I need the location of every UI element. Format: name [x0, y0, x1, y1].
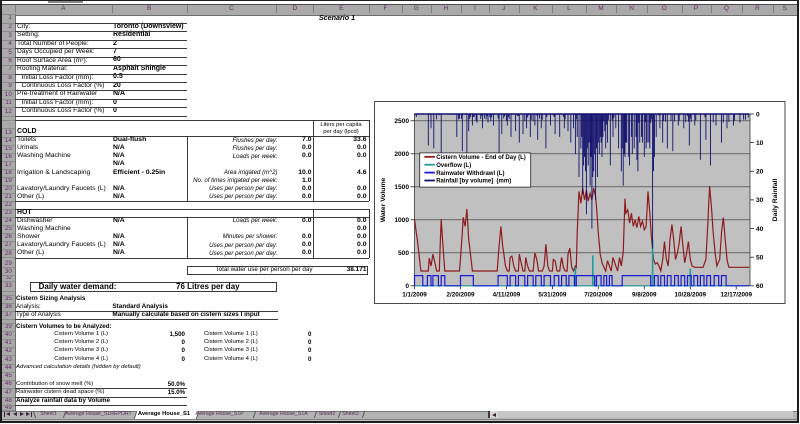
svg-text:Daily Rainfall: Daily Rainfall	[772, 179, 779, 222]
svg-text:500: 500	[398, 250, 409, 257]
svg-text:40: 40	[756, 226, 764, 233]
svg-text:2000: 2000	[394, 151, 409, 158]
svg-text:Cistern Volume - End of Day (L: Cistern Volume - End of Day (L)	[436, 155, 526, 161]
svg-text:12/17/2009: 12/17/2009	[720, 291, 752, 298]
svg-text:0: 0	[405, 283, 409, 290]
svg-text:2500: 2500	[394, 118, 409, 125]
svg-text:7/20/2009: 7/20/2009	[584, 291, 613, 298]
svg-text:1500: 1500	[394, 184, 409, 191]
svg-text:5/31/2009: 5/31/2009	[538, 291, 567, 298]
svg-text:20: 20	[756, 169, 764, 176]
svg-text:4/11/2009: 4/11/2009	[493, 291, 521, 298]
svg-text:30: 30	[756, 197, 764, 204]
svg-text:10: 10	[756, 140, 764, 147]
svg-text:0: 0	[756, 111, 760, 118]
svg-text:Overflow (L): Overflow (L)	[436, 163, 471, 169]
svg-text:10/28/2009: 10/28/2009	[675, 291, 707, 298]
svg-text:50: 50	[756, 255, 764, 262]
svg-text:1000: 1000	[394, 217, 409, 224]
svg-text:1/1/2009: 1/1/2009	[402, 291, 427, 298]
svg-text:Rainfall [by volume] (mm): Rainfall [by volume] (mm)	[436, 179, 511, 185]
svg-text:60: 60	[756, 283, 764, 290]
svg-text:2/20/2009: 2/20/2009	[446, 291, 475, 298]
svg-text:Water Volume: Water Volume	[380, 178, 387, 223]
svg-text:9/8/2009: 9/8/2009	[632, 291, 657, 298]
svg-text:Rainwater Withdrawl (L): Rainwater Withdrawl (L)	[436, 171, 504, 177]
